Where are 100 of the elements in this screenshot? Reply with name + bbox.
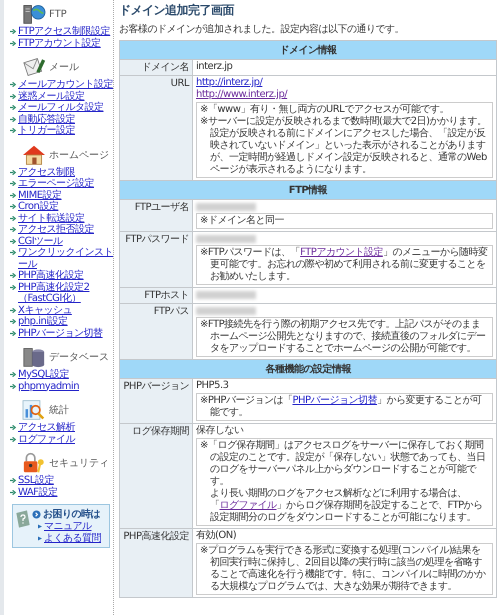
arrow-icon xyxy=(10,272,17,279)
note-text: より長い期間のログをアクセス解析などに利用する場合は、「ログファイル」からログ保存期間を設定することで、FTPから設定期間分のログをダウンロードすることが可能になります。 xyxy=(209,488,484,524)
note-text: ※「ログ保存期間」はアクセスログをサーバーに保存しておく期間の設定のことです。設定が「保存しない」状態であっても、当日のログをサーバーパネル上からダウンロードすることが可能です。 xyxy=(200,440,486,488)
sidebar-link[interactable]: FTPアカウント設定 xyxy=(10,38,101,49)
arrow-icon xyxy=(10,168,17,176)
arrow-icon xyxy=(10,92,17,100)
row-label: FTPパスワード xyxy=(120,232,192,288)
value-text: 有効(ON) xyxy=(196,530,238,542)
sidebar-link[interactable]: ワンクリックインストール xyxy=(10,247,113,270)
arrow-icon xyxy=(10,116,17,122)
sidebar-link[interactable]: アクセス制限 xyxy=(10,166,75,178)
database-server-icon xyxy=(22,346,46,368)
arrow-icon xyxy=(10,203,17,210)
arrow-circle-icon xyxy=(32,510,41,518)
sidebar-link[interactable]: MIME設定 xyxy=(10,190,62,201)
arrow-icon xyxy=(10,249,17,256)
row-label: FTPユーザ名 xyxy=(120,200,192,232)
value-text: 保存しない xyxy=(196,425,244,437)
house-icon xyxy=(22,144,46,166)
note-text: ※「www」有り・無し両方のURLでアクセスが可能です。 xyxy=(200,104,450,116)
value-text: interz.jp xyxy=(196,61,234,73)
row-label: ログ保存期間 xyxy=(120,424,192,528)
sidebar-link[interactable]: CGIツール xyxy=(10,236,63,247)
note-text: ※PHPバージョンは「PHPバージョン切替」から変更することが可能です。 xyxy=(200,395,483,419)
sidebar-link[interactable]: アクセス解析 xyxy=(10,422,75,434)
note-text: ※ドメイン名と同一 xyxy=(200,215,285,227)
bullet-icon xyxy=(38,536,42,541)
arrow-icon xyxy=(10,306,17,314)
sidebar-link[interactable]: メールアカウント設定 xyxy=(10,79,113,90)
chart-magnifier-icon xyxy=(22,399,46,421)
note-text: ※サーバーに設定が反映されるまで数時間(最大で2日)かかります。設定が反映される前にドメインにアクセスした場合、「設定が反映されていないドメイン」といった表示がされることがありますが、一定時間が経過しドメイン設定が反映されると、通常のWebページが表示されるようになります。 xyxy=(200,116,488,176)
help-link[interactable]: よくある質問 xyxy=(38,533,101,545)
sidebar-link[interactable]: Cron設定 xyxy=(10,201,58,212)
arrow-icon xyxy=(10,284,17,290)
sidebar-link[interactable]: Xキャッシュ xyxy=(10,304,72,316)
arrow-icon xyxy=(10,180,17,187)
sidebar-link[interactable]: エラーページ設定 xyxy=(10,178,94,190)
row-label: FTPパス xyxy=(120,304,192,360)
note-text: ※FTPパスワードは、「FTPアカウント設定」のメニューから随時変更可能です。お忘れの際や初めて利用される前に変更することをお勧めいたします。 xyxy=(200,247,489,283)
inline-link[interactable]: ログファイル xyxy=(220,500,276,511)
intro-text: お客様のドメインが追加されました。設定内容は以下の通りです。 xyxy=(119,22,405,36)
arrow-icon xyxy=(10,371,17,378)
arrow-icon xyxy=(10,488,17,496)
arrow-icon xyxy=(10,424,17,431)
sidebar-link[interactable]: 自動応答設定 xyxy=(10,114,75,125)
sidebar-link[interactable]: PHP高速化設定 xyxy=(10,270,84,282)
arrow-icon xyxy=(10,226,17,233)
arrow-icon xyxy=(10,104,17,111)
arrow-icon xyxy=(10,81,17,88)
section-title: ホームページ xyxy=(49,148,109,162)
arrow-icon xyxy=(10,436,17,442)
sidebar-link[interactable]: PHPバージョン切替 xyxy=(10,328,103,339)
row-label: PHPバージョン xyxy=(120,378,192,424)
row-label: FTPホスト xyxy=(120,288,192,304)
table-section-header: ドメイン情報 xyxy=(120,40,496,60)
arrow-icon xyxy=(10,214,17,222)
arrow-icon xyxy=(10,318,17,325)
inline-link[interactable]: PHPバージョン切替 xyxy=(292,395,378,406)
server-globe-icon xyxy=(22,3,46,25)
sidebar-link[interactable]: SSL設定 xyxy=(10,475,54,486)
arrow-icon xyxy=(10,477,17,484)
help-title: お困りの時は xyxy=(43,508,100,521)
note-text: ※FTP接続先を行う際の初期アクセス先です。上記パスがそのままホームページ公開先となりますので、接続直後のフォルダにデータをアップロードすることでホームページの公開が可能です。 xyxy=(200,319,486,355)
arrow-icon xyxy=(10,330,17,336)
arrow-icon xyxy=(10,40,17,46)
arrow-icon xyxy=(10,192,17,198)
row-label: ドメイン名 xyxy=(120,60,192,76)
sidebar-link[interactable]: php.ini設定 xyxy=(10,316,68,328)
sidebar-link[interactable]: アクセス拒否設定 xyxy=(10,224,94,236)
sidebar-link[interactable]: サイト転送設定 xyxy=(10,212,84,224)
sidebar-link[interactable]: ログファイル xyxy=(10,434,75,445)
value-text: PHP5.3 xyxy=(196,380,230,392)
section-title: 統計 xyxy=(49,404,69,417)
table-section-header: 各種機能の設定情報 xyxy=(120,360,496,378)
sidebar-link[interactable]: メールフィルタ設定 xyxy=(10,102,104,114)
sidebar-link[interactable]: FTPアクセス制限設定 xyxy=(10,26,110,38)
row-label: PHP高速化設定 xyxy=(120,528,192,598)
sidebar-link[interactable]: WAF設定 xyxy=(10,486,58,498)
page-title: ドメイン追加完了画面 xyxy=(119,2,236,19)
sidebar-link[interactable]: トリガー設定 xyxy=(10,125,75,136)
section-title: FTP xyxy=(49,8,67,20)
sidebar-link[interactable]: phpmyadmin xyxy=(10,380,80,392)
arrow-icon xyxy=(10,28,17,35)
arrow-icon xyxy=(10,382,17,390)
note-text: ※プログラムを実行できる形式に変換する処理(コンパイル)結果を初回実行時に保持し、2回目以降の実行時に該当の処理を省略することで高速化を行う機能です。特に、コンパイルに時間のかかる大規模なプログラムでは、大きな効果が期待できます。 xyxy=(200,545,487,593)
inline-link[interactable]: FTPアカウント設定 xyxy=(300,247,383,258)
url-link[interactable]: http://www.interz.jp/ xyxy=(196,89,288,100)
help-link[interactable]: マニュアル xyxy=(38,521,101,533)
table-section-header: FTP情報 xyxy=(120,180,496,200)
sidebar-link[interactable]: MySQL設定 xyxy=(10,369,69,380)
arrow-icon xyxy=(10,238,17,244)
section-title: データベース xyxy=(49,351,109,364)
envelope-pen-icon xyxy=(22,56,46,78)
section-title: メール xyxy=(49,61,79,74)
bullet-icon xyxy=(38,524,42,529)
padlock-key-icon xyxy=(22,452,46,474)
url-link[interactable]: http://interz.jp/ xyxy=(196,77,262,88)
arrow-icon xyxy=(10,127,17,134)
section-title: セキュリティ xyxy=(49,457,109,470)
row-label: URL xyxy=(120,76,192,180)
